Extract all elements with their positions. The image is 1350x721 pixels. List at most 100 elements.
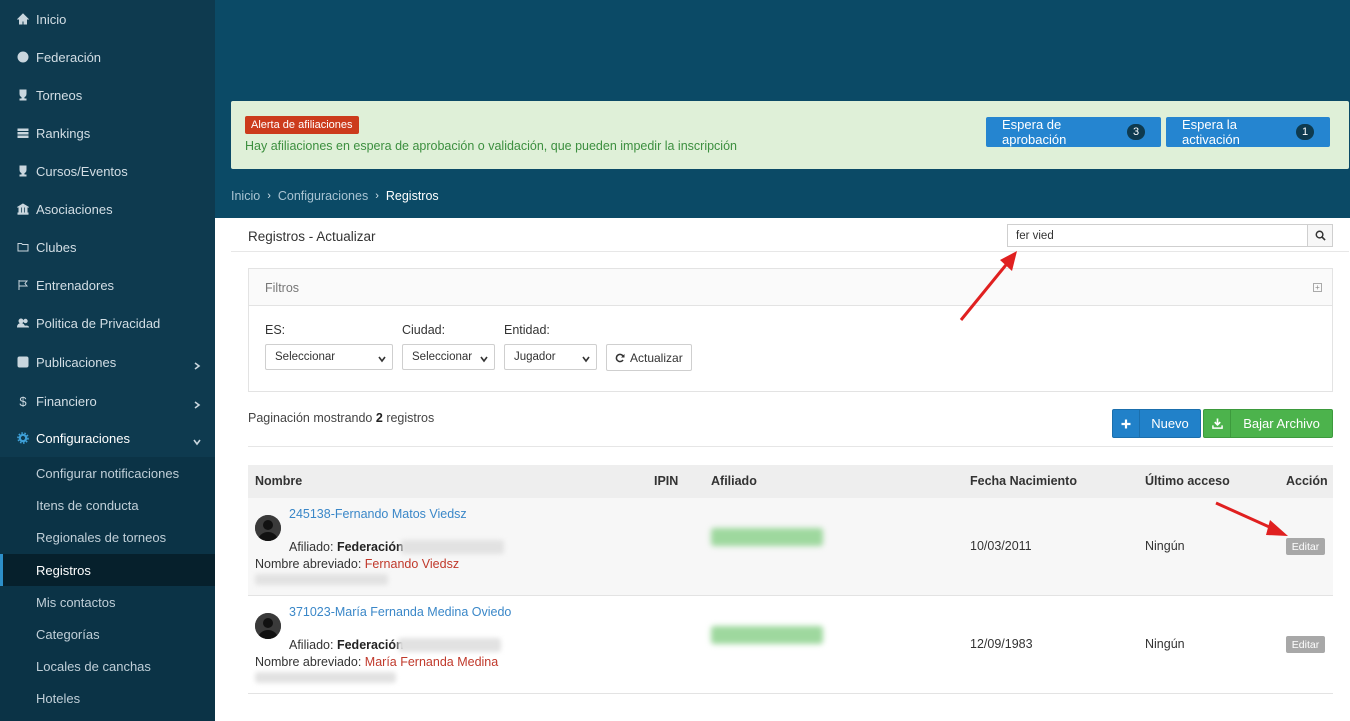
last-access: Ningún <box>1145 637 1185 651</box>
sidebar-item-torneos[interactable]: Torneos <box>0 76 215 114</box>
chevron-down-icon <box>378 354 386 363</box>
redacted-text <box>398 638 501 652</box>
dollar-icon: $ <box>19 393 27 409</box>
breadcrumb-inicio[interactable]: Inicio <box>231 189 260 203</box>
submenu-item-hoteles[interactable]: Hoteles <box>0 682 215 714</box>
redacted-affiliate <box>711 626 823 644</box>
sidebar-item-rankings[interactable]: Rankings <box>0 114 215 152</box>
select-value: Seleccionar <box>275 351 336 363</box>
submenu-item-locales[interactable]: Locales de canchas <box>0 650 215 682</box>
record-affiliation: Afiliado: Federación <box>289 540 404 554</box>
birth-date: 10/03/2011 <box>970 539 1032 553</box>
plus-icon <box>1113 410 1140 437</box>
redacted-affiliate <box>711 528 823 546</box>
search-button[interactable] <box>1307 224 1333 247</box>
search-icon <box>1315 230 1326 241</box>
record-name-link[interactable]: 245138-Fernando Matos Viedsz <box>289 507 467 521</box>
edit-button[interactable]: Editar <box>1286 538 1325 555</box>
entidad-label: Entidad: <box>504 323 550 337</box>
es-label: ES: <box>265 323 286 337</box>
users-icon <box>16 316 30 330</box>
sidebar-item-configuraciones[interactable]: Configuraciones <box>0 419 215 457</box>
submenu-item-contactos[interactable]: Mis contactos <box>0 586 215 618</box>
sidebar-item-cursos-eventos[interactable]: Cursos/Eventos <box>0 152 215 190</box>
sidebar-item-federacion[interactable]: Federación <box>0 38 215 76</box>
submenu-item-conducta[interactable]: Itens de conducta <box>0 489 215 521</box>
sidebar-item-label: Inicio <box>36 11 67 27</box>
refresh-button[interactable]: Actualizar <box>606 344 692 371</box>
refresh-icon <box>615 353 625 362</box>
record-name-link[interactable]: 371023-María Fernanda Medina Oviedo <box>289 605 511 619</box>
submenu-item-regionales[interactable]: Regionales de torneos <box>0 521 215 553</box>
abbr-label: Nombre abreviado: <box>255 557 362 571</box>
table-row: 245138-Fernando Matos Viedsz Afiliado: F… <box>248 498 1333 596</box>
sidebar-item-publicaciones[interactable]: Publicaciones <box>0 343 215 381</box>
submenu-item-categorias[interactable]: Categorías <box>0 618 215 650</box>
sidebar-item-asociaciones[interactable]: Asociaciones <box>0 190 215 228</box>
chevron-down-icon <box>193 434 201 446</box>
redacted-text <box>401 540 504 554</box>
folder-icon <box>16 240 30 254</box>
sidebar-item-label: Entrenadores <box>36 277 115 293</box>
pending-approval-button[interactable]: Espera de aprobación 3 <box>986 117 1161 147</box>
sidebar-item-label: Clubes <box>36 239 77 255</box>
col-fecha-nacimiento: Fecha Nacimiento <box>970 474 1077 488</box>
col-ipin: IPIN <box>654 474 679 488</box>
breadcrumb-configuraciones[interactable]: Configuraciones <box>278 189 368 203</box>
sidebar-item-financiero[interactable]: $ Financiero <box>0 382 215 420</box>
pagination-prefix: Paginación mostrando <box>248 411 373 425</box>
chevron-right-icon: › <box>375 190 379 202</box>
pending-activation-button[interactable]: Espera la activación 1 <box>1166 117 1330 147</box>
download-label: Bajar Archivo <box>1243 416 1320 431</box>
new-label: Nuevo <box>1151 416 1189 431</box>
avatar <box>255 613 281 639</box>
configuraciones-submenu: Configurar notificaciones Itens de condu… <box>0 457 215 721</box>
entidad-select[interactable]: Jugador <box>504 344 597 370</box>
avatar <box>255 515 281 541</box>
new-button[interactable]: Nuevo <box>1112 409 1201 438</box>
col-afiliado: Afiliado <box>711 474 757 488</box>
expand-icon[interactable]: + <box>1313 283 1322 292</box>
abbr-value: María Fernanda Medina <box>364 655 499 669</box>
es-select[interactable]: Seleccionar <box>265 344 393 370</box>
filters-header[interactable]: Filtros + <box>249 269 1332 306</box>
sidebar-item-entrenadores[interactable]: Entrenadores <box>0 266 215 304</box>
affiliation-alert: Alerta de afiliaciones Hay afiliaciones … <box>231 101 1349 169</box>
search-input[interactable] <box>1007 224 1308 247</box>
filters-title: Filtros <box>265 281 300 295</box>
ciudad-select[interactable]: Seleccionar <box>402 344 495 370</box>
record-short-name: Nombre abreviado: Fernando Viedsz <box>255 557 459 571</box>
birth-date: 12/09/1983 <box>970 637 1033 651</box>
submenu-item-registros[interactable]: Registros <box>0 554 215 586</box>
sidebar-item-label: Publicaciones <box>36 354 117 370</box>
alert-text: Hay afiliaciones en espera de aprobación… <box>245 139 737 153</box>
button-label: Espera de aprobación <box>1002 117 1067 147</box>
button-label: Espera la activación <box>1182 117 1240 147</box>
col-ultimo-acceso: Último acceso <box>1145 474 1230 488</box>
sidebar-item-label: Torneos <box>36 87 83 103</box>
sidebar: Inicio Federación Torneos Rankings Curso… <box>0 0 215 721</box>
records-card: Registros - Actualizar Filtros + ES: Ciu… <box>231 218 1349 721</box>
sidebar-item-label: Politica de Privacidad <box>36 315 161 331</box>
sidebar-item-clubes[interactable]: Clubes <box>0 228 215 266</box>
sidebar-item-label: Federación <box>36 49 102 65</box>
download-button[interactable]: Bajar Archivo <box>1203 409 1333 438</box>
sidebar-item-label: Asociaciones <box>36 201 113 217</box>
sidebar-item-inicio[interactable]: Inicio <box>0 0 215 38</box>
record-affiliation: Afiliado: Federación <box>289 638 404 652</box>
sidebar-item-label: Configuraciones <box>36 430 130 446</box>
divider <box>231 251 1349 252</box>
chevron-right-icon <box>193 358 201 370</box>
col-accion: Acción <box>1286 474 1328 488</box>
gear-icon <box>16 431 30 445</box>
sidebar-item-label: Financiero <box>36 393 97 409</box>
redacted-email <box>255 672 396 683</box>
divider <box>248 446 1333 447</box>
pagination-suffix: registros <box>386 411 435 425</box>
sidebar-item-privacidad[interactable]: Politica de Privacidad <box>0 304 215 342</box>
page-title: Registros - Actualizar <box>248 229 376 244</box>
table-header: Nombre IPIN Afiliado Fecha Nacimiento Úl… <box>248 465 1333 498</box>
submenu-item-notificaciones[interactable]: Configurar notificaciones <box>0 457 215 489</box>
edit-button[interactable]: Editar <box>1286 636 1325 653</box>
record-short-name: Nombre abreviado: María Fernanda Medina <box>255 655 498 669</box>
